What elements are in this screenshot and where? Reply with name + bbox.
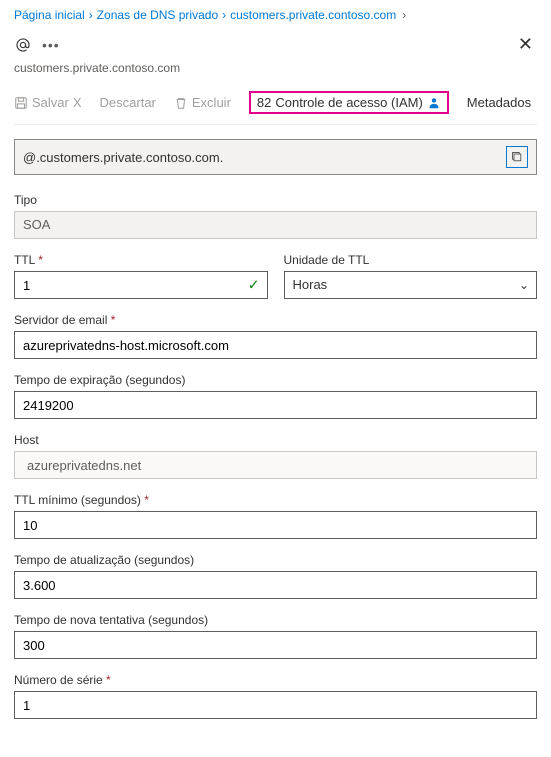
chevron-right-icon: › bbox=[402, 8, 406, 22]
save-label: Salvar bbox=[32, 95, 69, 110]
trash-icon bbox=[174, 96, 188, 110]
panel-subtitle: customers.private.contoso.com bbox=[14, 61, 537, 75]
ttl-unit-select[interactable]: Horas bbox=[284, 271, 538, 299]
more-menu-button[interactable]: ••• bbox=[42, 37, 60, 53]
breadcrumb: Página inicial › Zonas de DNS privado › … bbox=[14, 8, 537, 22]
email-label: Servidor de email bbox=[14, 313, 537, 327]
record-name-value: @.customers.private.contoso.com. bbox=[23, 150, 223, 165]
min-ttl-label: TTL mínimo (segundos) bbox=[14, 493, 537, 507]
breadcrumb-zone[interactable]: customers.private.contoso.com bbox=[230, 8, 396, 22]
ttl-label: TTL bbox=[14, 253, 268, 267]
email-input[interactable] bbox=[14, 331, 537, 359]
ttl-input[interactable] bbox=[14, 271, 268, 299]
access-prefix: 82 bbox=[257, 95, 271, 110]
people-icon bbox=[427, 96, 441, 110]
expire-input[interactable] bbox=[14, 391, 537, 419]
min-ttl-input[interactable] bbox=[14, 511, 537, 539]
breadcrumb-home[interactable]: Página inicial bbox=[14, 8, 85, 22]
refresh-label: Tempo de atualização (segundos) bbox=[14, 553, 537, 567]
retry-label: Tempo de nova tentativa (segundos) bbox=[14, 613, 537, 627]
host-value: azureprivatedns.net bbox=[14, 451, 537, 479]
chevron-right-icon: › bbox=[222, 8, 226, 22]
breadcrumb-zones[interactable]: Zonas de DNS privado bbox=[97, 8, 218, 22]
type-value: SOA bbox=[14, 211, 537, 239]
metadata-label: Metadados bbox=[467, 95, 531, 110]
serial-input[interactable] bbox=[14, 691, 537, 719]
toolbar: Salvar X Descartar Excluir 82 Controle d… bbox=[14, 85, 537, 125]
metadata-button[interactable]: Metadados bbox=[467, 95, 531, 110]
access-control-button[interactable]: 82 Controle de acesso (IAM) bbox=[249, 91, 449, 114]
close-button[interactable]: ✕ bbox=[514, 30, 537, 59]
save-icon bbox=[14, 96, 28, 110]
type-label: Tipo bbox=[14, 193, 537, 207]
refresh-input[interactable] bbox=[14, 571, 537, 599]
header: ••• ✕ bbox=[14, 30, 537, 59]
retry-input[interactable] bbox=[14, 631, 537, 659]
checkmark-icon: ✓ bbox=[248, 277, 260, 294]
delete-button[interactable]: Excluir bbox=[174, 95, 231, 110]
record-at-icon bbox=[14, 36, 32, 54]
ttl-unit-label: Unidade de TTL bbox=[284, 253, 538, 267]
record-name-box: @.customers.private.contoso.com. bbox=[14, 139, 537, 175]
expire-label: Tempo de expiração (segundos) bbox=[14, 373, 537, 387]
host-label: Host bbox=[14, 433, 537, 447]
save-shortcut: X bbox=[73, 95, 82, 110]
access-label: Controle de acesso (IAM) bbox=[275, 95, 422, 110]
copy-button[interactable] bbox=[506, 146, 528, 168]
save-button[interactable]: Salvar X bbox=[14, 95, 82, 110]
discard-button[interactable]: Descartar bbox=[100, 95, 156, 110]
serial-label: Número de série bbox=[14, 673, 537, 687]
discard-label: Descartar bbox=[100, 95, 156, 110]
delete-label: Excluir bbox=[192, 95, 231, 110]
chevron-right-icon: › bbox=[89, 8, 93, 22]
